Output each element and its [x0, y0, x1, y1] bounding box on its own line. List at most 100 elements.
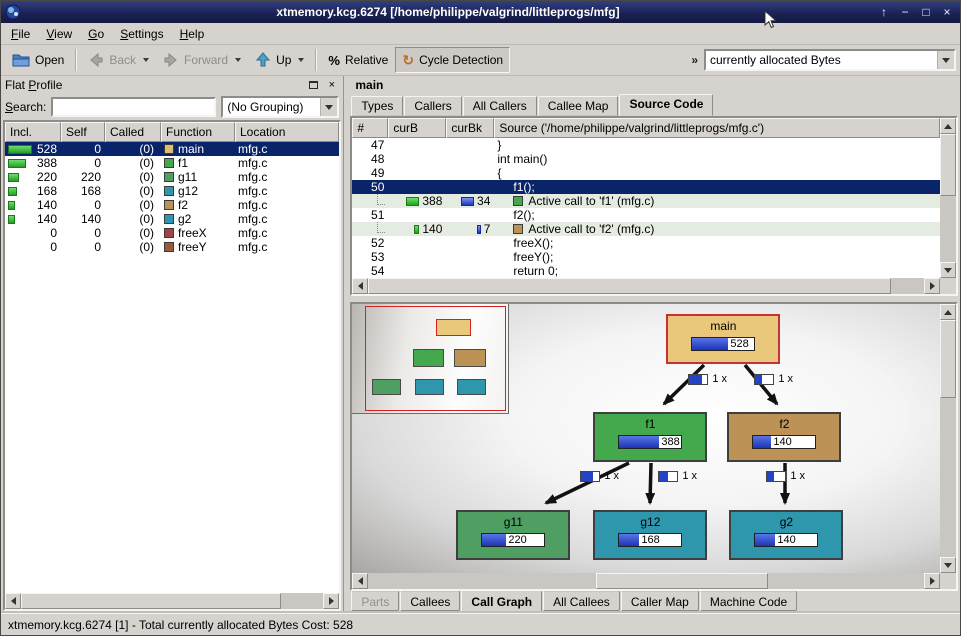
dock-close-button[interactable]: ×: [324, 78, 339, 92]
scroll-down-button[interactable]: [940, 262, 956, 278]
tab-callers[interactable]: Callers: [404, 96, 461, 116]
scrollbar-track[interactable]: [21, 593, 323, 609]
up-button[interactable]: Up: [248, 47, 311, 73]
relative-toggle-button[interactable]: % Relative: [321, 47, 395, 73]
menu-settings[interactable]: Settings: [112, 23, 171, 44]
horizontal-scrollbar[interactable]: [352, 573, 940, 589]
grouping-combobox[interactable]: (No Grouping): [221, 96, 339, 118]
scroll-right-button[interactable]: [924, 278, 940, 294]
search-input[interactable]: [51, 97, 216, 117]
tab-callee-map[interactable]: Callee Map: [538, 96, 619, 116]
graph-node-g2[interactable]: g2 140: [729, 510, 843, 560]
minimize-button[interactable]: −: [896, 3, 914, 21]
source-line[interactable]: 51 f2();: [352, 208, 940, 222]
table-row-f1[interactable]: 388 0 (0) f1 mfg.c: [5, 156, 339, 170]
horizontal-scrollbar[interactable]: [352, 278, 940, 294]
horizontal-scrollbar[interactable]: [5, 593, 339, 609]
table-row-freeY[interactable]: 0 0 (0) freeY mfg.c: [5, 240, 339, 254]
scrollbar-track[interactable]: [368, 278, 924, 294]
menu-file[interactable]: File: [3, 23, 38, 44]
scrollbar-thumb[interactable]: [940, 320, 956, 398]
table-row-g11[interactable]: 220 220 (0) g11 mfg.c: [5, 170, 339, 184]
up-dropdown-icon[interactable]: [298, 58, 304, 62]
scrollbar-corner: [940, 573, 956, 589]
toolbar-overflow-button[interactable]: »: [685, 53, 704, 67]
scrollbar-track[interactable]: [368, 573, 924, 589]
menu-go[interactable]: Go: [80, 23, 112, 44]
column-header-location[interactable]: Location: [235, 122, 339, 142]
close-button[interactable]: ×: [938, 3, 956, 21]
back-dropdown-icon[interactable]: [143, 58, 149, 62]
table-row-main[interactable]: 528 0 (0) main mfg.c: [5, 142, 339, 156]
scrollbar-thumb[interactable]: [596, 573, 768, 589]
column-header-function[interactable]: Function: [161, 122, 235, 142]
graph-node-f1[interactable]: f1 388: [593, 412, 707, 462]
scrollbar-thumb[interactable]: [368, 278, 890, 294]
open-button[interactable]: Open: [5, 47, 71, 73]
column-header-line[interactable]: #: [352, 118, 388, 138]
forward-button[interactable]: Forward: [156, 47, 248, 73]
cycle-detection-toggle-button[interactable]: ↻ Cycle Detection: [395, 47, 510, 73]
scroll-right-button[interactable]: [924, 573, 940, 589]
menu-view[interactable]: View: [38, 23, 80, 44]
table-row-freeX[interactable]: 0 0 (0) freeX mfg.c: [5, 226, 339, 240]
graph-node-g11[interactable]: g11 220: [456, 510, 570, 560]
call-graph-canvas[interactable]: main 528 f1 388 f2 140 g11: [352, 304, 940, 573]
back-button[interactable]: Back: [81, 47, 156, 73]
scroll-up-button[interactable]: [940, 118, 956, 134]
shade-button[interactable]: ↑: [875, 3, 893, 21]
tab-parts[interactable]: Parts: [351, 591, 399, 611]
column-header-curb[interactable]: curB: [388, 118, 446, 138]
scroll-left-button[interactable]: [5, 593, 21, 609]
source-line[interactable]: 52 freeX();: [352, 236, 940, 250]
tab-caller-map[interactable]: Caller Map: [621, 591, 699, 611]
tab-all-callers[interactable]: All Callers: [463, 96, 537, 116]
menu-help[interactable]: Help: [172, 23, 213, 44]
table-row-f2[interactable]: 140 0 (0) f2 mfg.c: [5, 198, 339, 212]
scrollbar-track[interactable]: [940, 134, 956, 262]
scroll-left-button[interactable]: [352, 278, 368, 294]
graph-node-main[interactable]: main 528: [666, 314, 780, 364]
graph-birdseye-overview[interactable]: [352, 304, 509, 414]
scroll-left-button[interactable]: [352, 573, 368, 589]
source-line[interactable]: 53 freeY();: [352, 250, 940, 264]
titlebar[interactable]: xtmemory.kcg.6274 [/home/philippe/valgri…: [1, 1, 960, 23]
source-line[interactable]: 54 return 0;: [352, 264, 940, 278]
vertical-scrollbar[interactable]: [940, 118, 956, 278]
scroll-up-button[interactable]: [940, 304, 956, 320]
graph-node-g12[interactable]: g12 168: [593, 510, 707, 560]
source-line[interactable]: 49 {: [352, 166, 940, 180]
tab-call-graph[interactable]: Call Graph: [461, 591, 542, 613]
dock-float-button[interactable]: [306, 78, 321, 92]
scrollbar-thumb[interactable]: [21, 593, 281, 609]
tab-machine-code[interactable]: Machine Code: [700, 591, 797, 611]
column-header-called[interactable]: Called: [105, 122, 161, 142]
combo-dropdown-button[interactable]: [937, 51, 954, 69]
table-row-g12[interactable]: 168 168 (0) g12 mfg.c: [5, 184, 339, 198]
source-call-row[interactable]: 140 7 Active call to 'f2' (mfg.c): [352, 222, 940, 236]
combo-dropdown-button[interactable]: [320, 98, 337, 116]
scroll-right-button[interactable]: [323, 593, 339, 609]
maximize-button[interactable]: □: [917, 3, 935, 21]
vertical-scrollbar[interactable]: [940, 304, 956, 573]
tab-callees[interactable]: Callees: [400, 591, 460, 611]
graph-node-f2[interactable]: f2 140: [727, 412, 841, 462]
scrollbar-thumb[interactable]: [940, 134, 956, 196]
tab-all-callees[interactable]: All Callees: [543, 591, 620, 611]
scrollbar-track[interactable]: [940, 320, 956, 557]
source-line[interactable]: 47 }: [352, 138, 940, 152]
cost-bar-icon: [8, 159, 26, 168]
source-line[interactable]: 48 int main(): [352, 152, 940, 166]
event-type-combobox[interactable]: currently allocated Bytes: [704, 49, 956, 71]
forward-dropdown-icon[interactable]: [235, 58, 241, 62]
source-line-selected[interactable]: 50 f1();: [352, 180, 940, 194]
column-header-incl[interactable]: Incl.: [5, 122, 61, 142]
column-header-curbk[interactable]: curBk: [446, 118, 494, 138]
table-row-g2[interactable]: 140 140 (0) g2 mfg.c: [5, 212, 339, 226]
column-header-self[interactable]: Self: [61, 122, 105, 142]
tab-source-code[interactable]: Source Code: [619, 94, 713, 116]
column-header-source[interactable]: Source ('/home/philippe/valgrind/littlep…: [494, 118, 940, 138]
source-call-row[interactable]: 388 34 Active call to 'f1' (mfg.c): [352, 194, 940, 208]
scroll-down-button[interactable]: [940, 557, 956, 573]
tab-types[interactable]: Types: [351, 96, 403, 116]
